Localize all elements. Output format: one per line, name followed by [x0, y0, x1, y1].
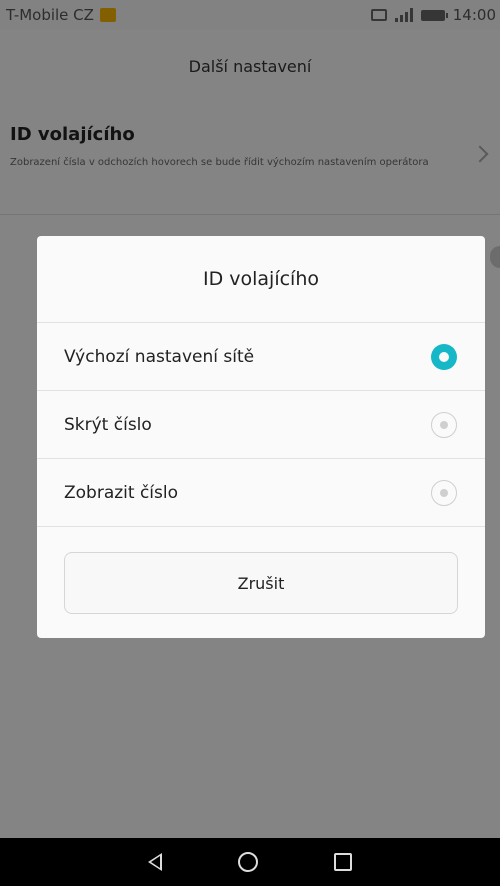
home-icon[interactable]: [238, 852, 258, 872]
caller-id-dialog: ID volajícího Výchozí nastavení sítě Skr…: [37, 236, 485, 638]
dialog-title: ID volajícího: [202, 268, 319, 290]
option-show-number[interactable]: Zobrazit číslo: [37, 459, 485, 527]
option-label: Zobrazit číslo: [64, 483, 179, 503]
back-icon[interactable]: [148, 853, 162, 871]
divider: [37, 526, 485, 527]
recent-apps-icon[interactable]: [334, 853, 352, 871]
radio-unselected-icon[interactable]: [431, 480, 457, 506]
radio-selected-icon[interactable]: [431, 344, 457, 370]
radio-unselected-icon[interactable]: [431, 412, 457, 438]
option-label: Skrýt číslo: [64, 415, 152, 435]
cancel-button[interactable]: Zrušit: [64, 552, 458, 614]
navigation-bar: [0, 838, 500, 886]
option-network-default[interactable]: Výchozí nastavení sítě: [37, 323, 485, 391]
option-hide-number[interactable]: Skrýt číslo: [37, 391, 485, 459]
option-label: Výchozí nastavení sítě: [64, 347, 255, 367]
